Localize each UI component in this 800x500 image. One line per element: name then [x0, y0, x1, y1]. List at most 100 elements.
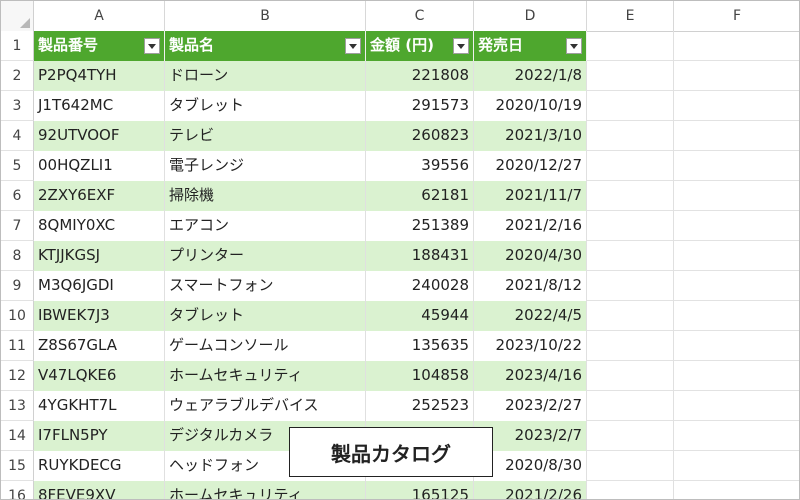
product-code-cell[interactable]: RUYKDECG [34, 451, 165, 481]
product-code-cell[interactable]: Z8S67GLA [34, 331, 165, 361]
product-name-cell[interactable]: ドローン [165, 61, 366, 91]
price-cell[interactable]: 252523 [366, 391, 474, 421]
release-date-cell[interactable]: 2021/2/26 [474, 481, 587, 499]
empty-cell[interactable] [674, 271, 799, 301]
catalog-text-box[interactable]: 製品カタログ [289, 427, 493, 477]
table-header-cell[interactable]: 製品名 [165, 31, 366, 61]
empty-cell[interactable] [674, 301, 799, 331]
price-cell[interactable]: 104858 [366, 361, 474, 391]
price-cell[interactable]: 221808 [366, 61, 474, 91]
release-date-cell[interactable]: 2023/2/27 [474, 391, 587, 421]
product-code-cell[interactable]: 8QMIY0XC [34, 211, 165, 241]
row-header[interactable]: 16 [1, 481, 34, 499]
product-name-cell[interactable]: プリンター [165, 241, 366, 271]
empty-cell[interactable] [587, 331, 674, 361]
empty-cell[interactable] [674, 451, 799, 481]
empty-cell[interactable] [674, 361, 799, 391]
empty-cell[interactable] [674, 121, 799, 151]
empty-cell[interactable] [674, 211, 799, 241]
row-header[interactable]: 6 [1, 181, 34, 211]
row-header[interactable]: 10 [1, 301, 34, 331]
product-code-cell[interactable]: P2PQ4TYH [34, 61, 165, 91]
price-cell[interactable]: 39556 [366, 151, 474, 181]
release-date-cell[interactable]: 2020/12/27 [474, 151, 587, 181]
empty-cell[interactable] [587, 301, 674, 331]
empty-cell[interactable] [587, 181, 674, 211]
product-code-cell[interactable]: IBWEK7J3 [34, 301, 165, 331]
product-name-cell[interactable]: 電子レンジ [165, 151, 366, 181]
select-all-corner[interactable] [1, 1, 34, 31]
column-header-a[interactable]: A [34, 1, 165, 31]
empty-cell[interactable] [674, 91, 799, 121]
price-cell[interactable]: 188431 [366, 241, 474, 271]
empty-cell[interactable] [587, 61, 674, 91]
product-name-cell[interactable]: タブレット [165, 91, 366, 121]
product-code-cell[interactable]: I7FLN5PY [34, 421, 165, 451]
empty-cell[interactable] [587, 211, 674, 241]
row-header[interactable]: 8 [1, 241, 34, 271]
product-name-cell[interactable]: ホームセキュリティ [165, 481, 366, 499]
empty-cell[interactable] [674, 181, 799, 211]
empty-cell[interactable] [674, 31, 799, 61]
product-name-cell[interactable]: エアコン [165, 211, 366, 241]
product-name-cell[interactable]: テレビ [165, 121, 366, 151]
product-code-cell[interactable]: 92UTVOOF [34, 121, 165, 151]
product-name-cell[interactable]: ホームセキュリティ [165, 361, 366, 391]
empty-cell[interactable] [674, 61, 799, 91]
empty-cell[interactable] [587, 451, 674, 481]
empty-cell[interactable] [674, 331, 799, 361]
product-code-cell[interactable]: 00HQZLI1 [34, 151, 165, 181]
release-date-cell[interactable]: 2021/3/10 [474, 121, 587, 151]
row-header[interactable]: 13 [1, 391, 34, 421]
column-header-b[interactable]: B [165, 1, 366, 31]
empty-cell[interactable] [587, 361, 674, 391]
product-code-cell[interactable]: KTJJKGSJ [34, 241, 165, 271]
product-code-cell[interactable]: 4YGKHT7L [34, 391, 165, 421]
release-date-cell[interactable]: 2022/4/5 [474, 301, 587, 331]
product-code-cell[interactable]: M3Q6JGDI [34, 271, 165, 301]
filter-dropdown-icon[interactable] [345, 38, 361, 54]
empty-cell[interactable] [587, 91, 674, 121]
row-header[interactable]: 7 [1, 211, 34, 241]
empty-cell[interactable] [674, 481, 799, 499]
product-name-cell[interactable]: ゲームコンソール [165, 331, 366, 361]
filter-dropdown-icon[interactable] [453, 38, 469, 54]
price-cell[interactable]: 45944 [366, 301, 474, 331]
empty-cell[interactable] [587, 421, 674, 451]
release-date-cell[interactable]: 2020/10/19 [474, 91, 587, 121]
column-header-c[interactable]: C [366, 1, 474, 31]
product-name-cell[interactable]: スマートフォン [165, 271, 366, 301]
filter-dropdown-icon[interactable] [566, 38, 582, 54]
product-code-cell[interactable]: 2ZXY6EXF [34, 181, 165, 211]
column-header-e[interactable]: E [587, 1, 674, 31]
price-cell[interactable]: 62181 [366, 181, 474, 211]
product-code-cell[interactable]: 8FEVE9XV [34, 481, 165, 499]
price-cell[interactable]: 291573 [366, 91, 474, 121]
row-header[interactable]: 9 [1, 271, 34, 301]
table-header-cell[interactable]: 金額 (円) [366, 31, 474, 61]
empty-cell[interactable] [587, 481, 674, 499]
row-header[interactable]: 3 [1, 91, 34, 121]
product-name-cell[interactable]: タブレット [165, 301, 366, 331]
empty-cell[interactable] [587, 391, 674, 421]
row-header[interactable]: 15 [1, 451, 34, 481]
product-name-cell[interactable]: ウェアラブルデバイス [165, 391, 366, 421]
row-header-1[interactable]: 1 [1, 31, 34, 61]
row-header[interactable]: 14 [1, 421, 34, 451]
row-header[interactable]: 4 [1, 121, 34, 151]
filter-dropdown-icon[interactable] [144, 38, 160, 54]
release-date-cell[interactable]: 2023/4/16 [474, 361, 587, 391]
product-code-cell[interactable]: J1T642MC [34, 91, 165, 121]
empty-cell[interactable] [674, 421, 799, 451]
column-header-f[interactable]: F [674, 1, 799, 31]
price-cell[interactable]: 165125 [366, 481, 474, 499]
empty-cell[interactable] [587, 121, 674, 151]
product-name-cell[interactable]: 掃除機 [165, 181, 366, 211]
release-date-cell[interactable]: 2021/11/7 [474, 181, 587, 211]
row-header[interactable]: 11 [1, 331, 34, 361]
release-date-cell[interactable]: 2022/1/8 [474, 61, 587, 91]
empty-cell[interactable] [587, 241, 674, 271]
empty-cell[interactable] [674, 151, 799, 181]
release-date-cell[interactable]: 2021/8/12 [474, 271, 587, 301]
empty-cell[interactable] [587, 31, 674, 61]
